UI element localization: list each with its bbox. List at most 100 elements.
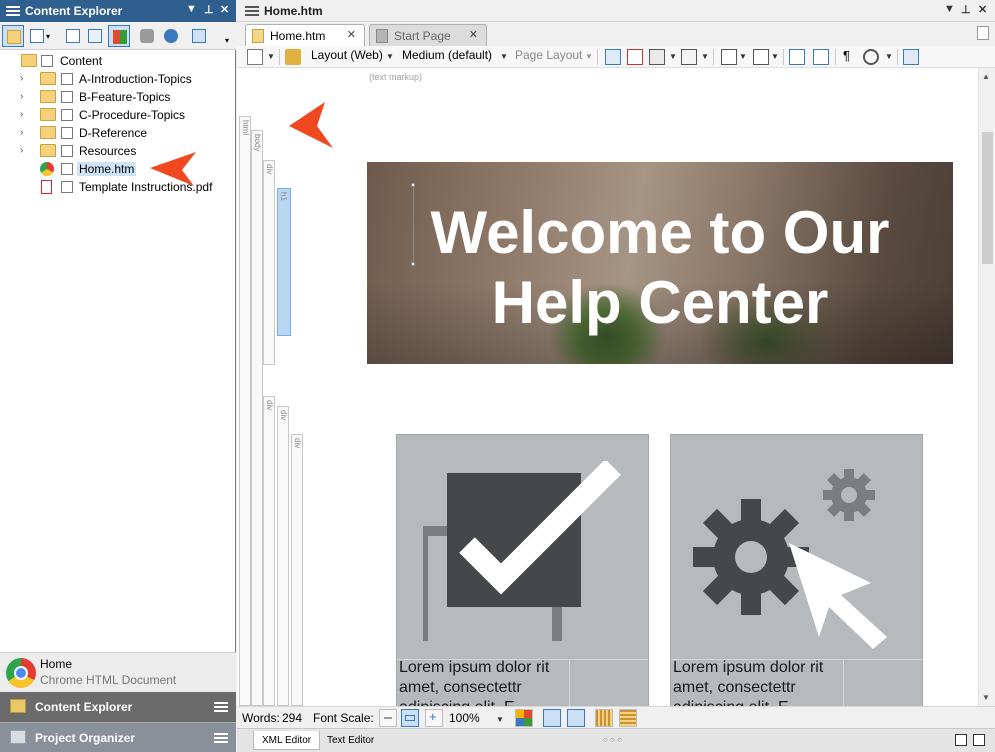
- chevron-right-icon[interactable]: ›: [20, 127, 23, 138]
- tree-folder[interactable]: › A-Introduction-Topics: [0, 70, 236, 88]
- words-label: Words:: [242, 711, 280, 725]
- dropdown-icon[interactable]: ▼: [944, 3, 955, 15]
- tree-folder[interactable]: › D-Reference: [0, 124, 236, 142]
- chevron-right-icon[interactable]: ›: [20, 73, 23, 84]
- checkbox[interactable]: [61, 109, 73, 121]
- chevron-right-icon[interactable]: ›: [20, 145, 23, 156]
- structure-bar-div[interactable]: div: [263, 160, 275, 365]
- ruler-h-icon[interactable]: [595, 709, 613, 727]
- layout-left-button[interactable]: [543, 709, 561, 727]
- tile-view-button[interactable]: [108, 25, 130, 47]
- view-button[interactable]: [26, 25, 48, 47]
- xml-editor[interactable]: (text markup) html body div h1 div div d…: [237, 68, 995, 706]
- medium-dropdown[interactable]: Medium (default): [402, 48, 492, 66]
- new-item-button[interactable]: [62, 25, 84, 47]
- checkbox[interactable]: [61, 181, 73, 193]
- close-tab-icon[interactable]: ✕: [469, 28, 478, 41]
- menu-icon[interactable]: [245, 6, 259, 17]
- checkbox[interactable]: [61, 163, 73, 175]
- checkbox[interactable]: [61, 145, 73, 157]
- explorer-toolbar: ▾ ▾: [0, 22, 236, 50]
- menu-icon[interactable]: [6, 6, 20, 17]
- pin-icon[interactable]: ⊥: [961, 3, 971, 16]
- split-vertical-icon[interactable]: [955, 734, 967, 746]
- hero-heading[interactable]: Welcome to Our Help Center: [367, 198, 953, 338]
- sync-icon[interactable]: [160, 25, 182, 47]
- chrome-icon: [6, 658, 36, 688]
- structure-bar-div[interactable]: div: [291, 434, 303, 706]
- open-folder-button[interactable]: [2, 25, 24, 47]
- toolbar-overflow-icon[interactable]: ▾: [225, 36, 229, 45]
- card-tile[interactable]: Lorem ipsum dolor rit amet, consectettr …: [396, 434, 649, 706]
- scroll-down-icon[interactable]: ▼: [982, 693, 990, 702]
- tab-list-icon[interactable]: [977, 26, 989, 40]
- zoom-in-button[interactable]: +: [425, 709, 443, 727]
- dropdown-icon[interactable]: ▼: [186, 3, 197, 15]
- tile-view-button[interactable]: [515, 709, 533, 727]
- condition-icon[interactable]: [789, 49, 805, 65]
- pilcrow-icon[interactable]: ¶: [843, 48, 850, 66]
- pin-icon[interactable]: ⊥: [204, 3, 214, 16]
- preview-icon[interactable]: [247, 49, 263, 65]
- menu-icon[interactable]: [214, 702, 228, 713]
- tree-root[interactable]: Content: [0, 52, 236, 70]
- page-layout-dropdown[interactable]: Page Layout: [515, 48, 582, 66]
- zoom-100-button[interactable]: [401, 709, 419, 727]
- checkbox[interactable]: [61, 127, 73, 139]
- tree-file[interactable]: Template Instructions.pdf: [0, 178, 236, 196]
- snippet-icon[interactable]: [753, 49, 769, 65]
- tree-file-selected[interactable]: Home.htm: [0, 160, 236, 178]
- show-tracked-icon[interactable]: [863, 49, 879, 65]
- zoom-level[interactable]: 100%: [449, 711, 480, 725]
- chevron-right-icon[interactable]: ›: [20, 109, 23, 120]
- folder-icon: [40, 90, 56, 103]
- tab-xml-editor[interactable]: XML Editor: [253, 731, 321, 750]
- checkbox[interactable]: [61, 91, 73, 103]
- insert-icon[interactable]: [605, 49, 621, 65]
- tree-folder[interactable]: › B-Feature-Topics: [0, 88, 236, 106]
- tree-folder[interactable]: › Resources: [0, 142, 236, 160]
- chevron-right-icon[interactable]: ›: [20, 91, 23, 102]
- item-type: Chrome HTML Document: [40, 673, 177, 687]
- export-icon[interactable]: [903, 49, 919, 65]
- structure-bar-body[interactable]: body: [251, 130, 263, 706]
- export-button[interactable]: [188, 25, 210, 47]
- scroll-thumb[interactable]: [982, 132, 993, 264]
- structure-bar-div[interactable]: div: [277, 406, 289, 706]
- layout-top-button[interactable]: [567, 709, 585, 727]
- image-icon[interactable]: [649, 49, 665, 65]
- close-tab-icon[interactable]: ✕: [347, 28, 356, 41]
- structure-bar-h1[interactable]: h1: [277, 188, 291, 336]
- tag-button[interactable]: [136, 25, 158, 47]
- chevron-down-icon[interactable]: ▼: [496, 715, 504, 724]
- text-box-icon[interactable]: [813, 49, 829, 65]
- content-explorer-button[interactable]: Content Explorer: [0, 692, 236, 722]
- tree-folder[interactable]: › C-Procedure-Topics: [0, 106, 236, 124]
- vertical-scrollbar[interactable]: ▲ ▼: [978, 68, 995, 706]
- zoom-out-button[interactable]: [379, 709, 397, 727]
- layout-dropdown[interactable]: Layout (Web): [311, 48, 383, 66]
- remove-icon[interactable]: [627, 49, 643, 65]
- checkbox[interactable]: [41, 55, 53, 67]
- menu-icon[interactable]: [214, 733, 228, 744]
- structure-bar-html[interactable]: html: [239, 116, 251, 706]
- close-icon[interactable]: ✕: [978, 3, 987, 16]
- copy-button[interactable]: [84, 25, 106, 47]
- split-horizontal-icon[interactable]: [973, 734, 985, 746]
- card-tile[interactable]: Lorem ipsum dolor rit amet, consectettr …: [670, 434, 923, 706]
- checkbox[interactable]: [61, 73, 73, 85]
- content-explorer-pane: Content Explorer ▼ ⊥ ✕ ▾ ▾ Content › A-I…: [0, 0, 236, 752]
- pen-icon[interactable]: [285, 49, 301, 65]
- tab-start-page[interactable]: Start Page ✕: [369, 24, 487, 46]
- table-icon[interactable]: [681, 49, 697, 65]
- variable-icon[interactable]: [721, 49, 737, 65]
- document-tabs: Home.htm ✕ Start Page ✕: [237, 22, 995, 46]
- project-organizer-button[interactable]: Project Organizer: [0, 722, 236, 752]
- tab-text-editor[interactable]: Text Editor: [319, 731, 382, 750]
- tab-home[interactable]: Home.htm ✕: [245, 24, 365, 46]
- close-icon[interactable]: ✕: [220, 3, 229, 16]
- chevron-down-icon[interactable]: ▾: [46, 32, 50, 41]
- scroll-up-icon[interactable]: ▲: [982, 72, 990, 81]
- ruler-v-icon[interactable]: [619, 709, 637, 727]
- structure-bar-div[interactable]: div: [263, 396, 275, 706]
